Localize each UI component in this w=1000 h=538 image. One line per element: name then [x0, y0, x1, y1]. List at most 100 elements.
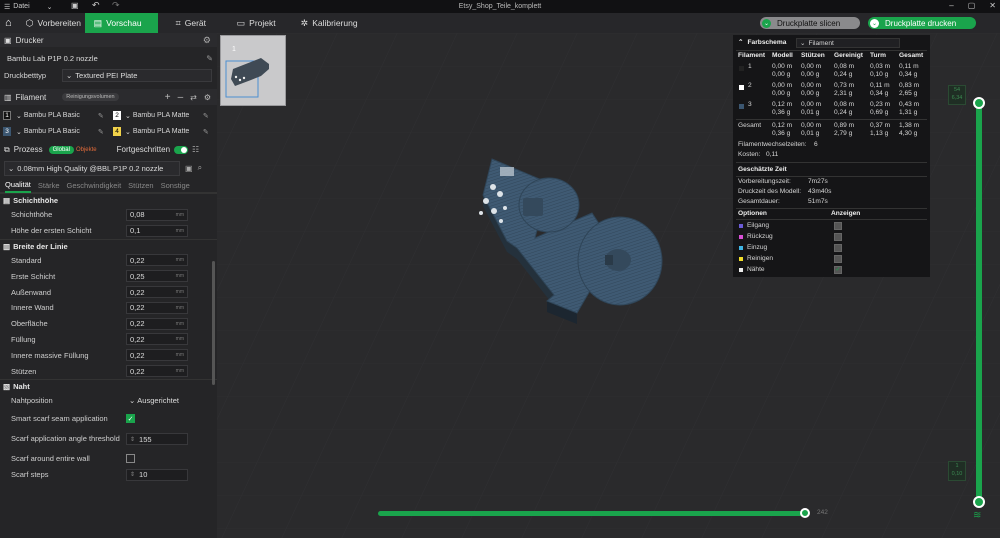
vertical-slider-top-handle[interactable] [973, 97, 985, 109]
process-profile-select[interactable]: ⌄ 0.08mm High Quality @BBL P1P 0.2 nozzl… [4, 160, 180, 176]
tab-device[interactable]: ⌗ Gerät [158, 13, 228, 33]
line-width-input[interactable]: 0,22 mm [126, 254, 188, 267]
search-icon[interactable]: ⌕ [198, 163, 202, 173]
filament-slot-2[interactable]: 2 ⌄ Bambu PLA Matte ✎ [113, 109, 217, 122]
line-width-input[interactable]: 0,25 mm [126, 270, 188, 283]
horizontal-slider-handle[interactable] [800, 508, 810, 518]
close-icon[interactable]: ✕ [989, 1, 996, 10]
advanced-label: Fortgeschritten [116, 145, 171, 154]
printer-select[interactable]: Bambu Lab P1P 0.2 nozzle [4, 52, 203, 65]
line-width-input[interactable]: 0,22 mm [126, 286, 188, 299]
stat-value: 2,31 g [834, 90, 853, 97]
scarf-wall-checkbox[interactable] [126, 453, 135, 463]
sidebar-scrollbar[interactable] [212, 261, 215, 385]
stepper-icon[interactable]: ⇕ [130, 436, 135, 443]
unit-label: mm [175, 257, 184, 264]
filament-slot-4[interactable]: 4 ⌄ Bambu PLA Matte ✎ [113, 125, 217, 138]
vertical-slider-track[interactable] [976, 103, 982, 502]
line-width-row: Außenwand 0,22 mm [0, 284, 217, 300]
maximize-icon[interactable]: ▢ [968, 1, 976, 10]
edit-icon[interactable]: ✎ [206, 54, 213, 63]
collapse-icon[interactable]: ⌃ [738, 38, 744, 46]
total-value: 0,89 m [834, 122, 855, 129]
line-width-input[interactable]: 0,22 mm [126, 317, 188, 330]
printer-header-label: Drucker [15, 35, 44, 45]
purge-volumes-button[interactable]: Reinigungsvolumen [62, 93, 119, 101]
edit-icon[interactable]: ✎ [203, 112, 209, 120]
objects-toggle[interactable]: Objekte [76, 147, 97, 153]
line-width-input[interactable]: 0,22 mm [126, 365, 188, 378]
divider [736, 119, 927, 120]
list-icon[interactable]: ☷ [192, 145, 199, 154]
plate-thumbnail[interactable]: 1 [220, 35, 286, 106]
filament-color-1[interactable]: 1 [3, 111, 11, 120]
scarf-steps-input[interactable]: ⇕ 10 [126, 468, 188, 481]
tab-quality[interactable]: Qualität [5, 178, 31, 193]
vertical-slider-bottom-handle[interactable] [973, 496, 985, 508]
edit-icon[interactable]: ✎ [98, 128, 104, 136]
layer-height-input[interactable]: 0,08 mm [126, 208, 188, 221]
tab-preview[interactable]: ▤ Vorschau [84, 13, 158, 33]
printer-icon: ▣ [4, 35, 12, 45]
home-button[interactable]: ⌂ [0, 13, 17, 33]
tab-others[interactable]: Sonstige [161, 181, 190, 190]
stat-value: 0,36 g [772, 109, 791, 116]
color-scheme-select[interactable]: ⌄ Filament [796, 38, 900, 48]
advanced-switch[interactable] [174, 145, 189, 154]
line-width-row: Erste Schicht 0,25 mm [0, 268, 217, 284]
filament-color-3[interactable]: 3 [3, 127, 11, 136]
tab-speed[interactable]: Geschwindigkeit [67, 181, 122, 190]
stats-column-header: Gereinigt [834, 52, 863, 59]
filament-color-4[interactable]: 4 [113, 127, 121, 136]
total-value: 0,00 m [801, 122, 822, 129]
horizontal-slider-track[interactable] [378, 511, 806, 516]
tab-strength[interactable]: Stärke [38, 181, 60, 190]
calibration-icon: ✲ [300, 17, 309, 28]
settings-icon[interactable]: ⚙ [203, 35, 211, 46]
tab-project[interactable]: ▭ Projekt [228, 13, 292, 33]
stepper-icon[interactable]: ⇕ [130, 471, 135, 478]
line-width-input[interactable]: 0,22 mm [126, 349, 188, 362]
stat-value: 0,10 g [870, 71, 889, 78]
bed-type-select[interactable]: ⌄ Textured PEI Plate [62, 68, 212, 82]
chevron-down-icon: ⌄ [125, 112, 131, 120]
option-show-checkbox[interactable] [834, 222, 842, 230]
line-width-input[interactable]: 0,22 mm [126, 301, 188, 314]
option-show-checkbox[interactable] [834, 255, 842, 263]
option-show-checkbox[interactable] [834, 233, 842, 241]
tab-calibration[interactable]: ✲ Kalibrierung [292, 13, 367, 33]
tab-supports[interactable]: Stützen [128, 181, 153, 190]
stat-value: 0,24 g [834, 109, 853, 116]
settings-icon[interactable]: ⚙ [204, 93, 211, 102]
tab-project-label: Projekt [249, 18, 276, 28]
first-layer-height-input[interactable]: 0,1 mm [126, 224, 188, 237]
dropdown-icon: ⌄ [762, 18, 771, 28]
seam-position-select[interactable]: ⌄ Ausgerichtet [126, 394, 188, 407]
filament-swatch [739, 104, 744, 109]
estimated-time-header: Geschätzte Zeit [738, 166, 787, 173]
scarf-seam-checkbox[interactable]: ✓ [126, 414, 135, 424]
edit-icon[interactable]: ✎ [98, 112, 104, 120]
save-icon[interactable]: ▣ [185, 164, 193, 173]
slice-plate-button[interactable]: ⌄ Druckplatte slicen [760, 17, 860, 29]
option-show-checkbox[interactable]: ✓ [834, 266, 842, 274]
filament-slot-1[interactable]: 1 ⌄ Bambu PLA Basic ✎ [3, 109, 108, 122]
global-toggle[interactable]: Global [48, 145, 74, 154]
filament-slot-3[interactable]: 3 ⌄ Bambu PLA Basic ✎ [3, 125, 108, 138]
filament-color-2[interactable]: 2 [113, 111, 121, 120]
layers-icon[interactable]: ≋ [973, 510, 981, 521]
sync-icon[interactable]: ⇄ [190, 93, 197, 102]
print-plate-button[interactable]: ⌄ Druckplatte drucken [868, 17, 976, 29]
add-icon[interactable]: + [165, 92, 171, 103]
stat-value: 0,00 g [772, 71, 791, 78]
option-show-checkbox[interactable] [834, 244, 842, 252]
filament-name-1: Bambu PLA Basic [23, 112, 80, 119]
edit-icon[interactable]: ✎ [203, 128, 209, 136]
line-width-input[interactable]: 0,22 mm [126, 333, 188, 346]
scarf-angle-input[interactable]: ⇕ 155 [126, 433, 188, 446]
minimize-icon[interactable]: – [949, 1, 953, 10]
tab-prepare[interactable]: ⬡ Vorbereiten [17, 13, 85, 33]
remove-icon[interactable]: – [178, 92, 184, 103]
top-layer-height: 6,34 [951, 95, 963, 101]
unit-label: mm [175, 368, 184, 375]
